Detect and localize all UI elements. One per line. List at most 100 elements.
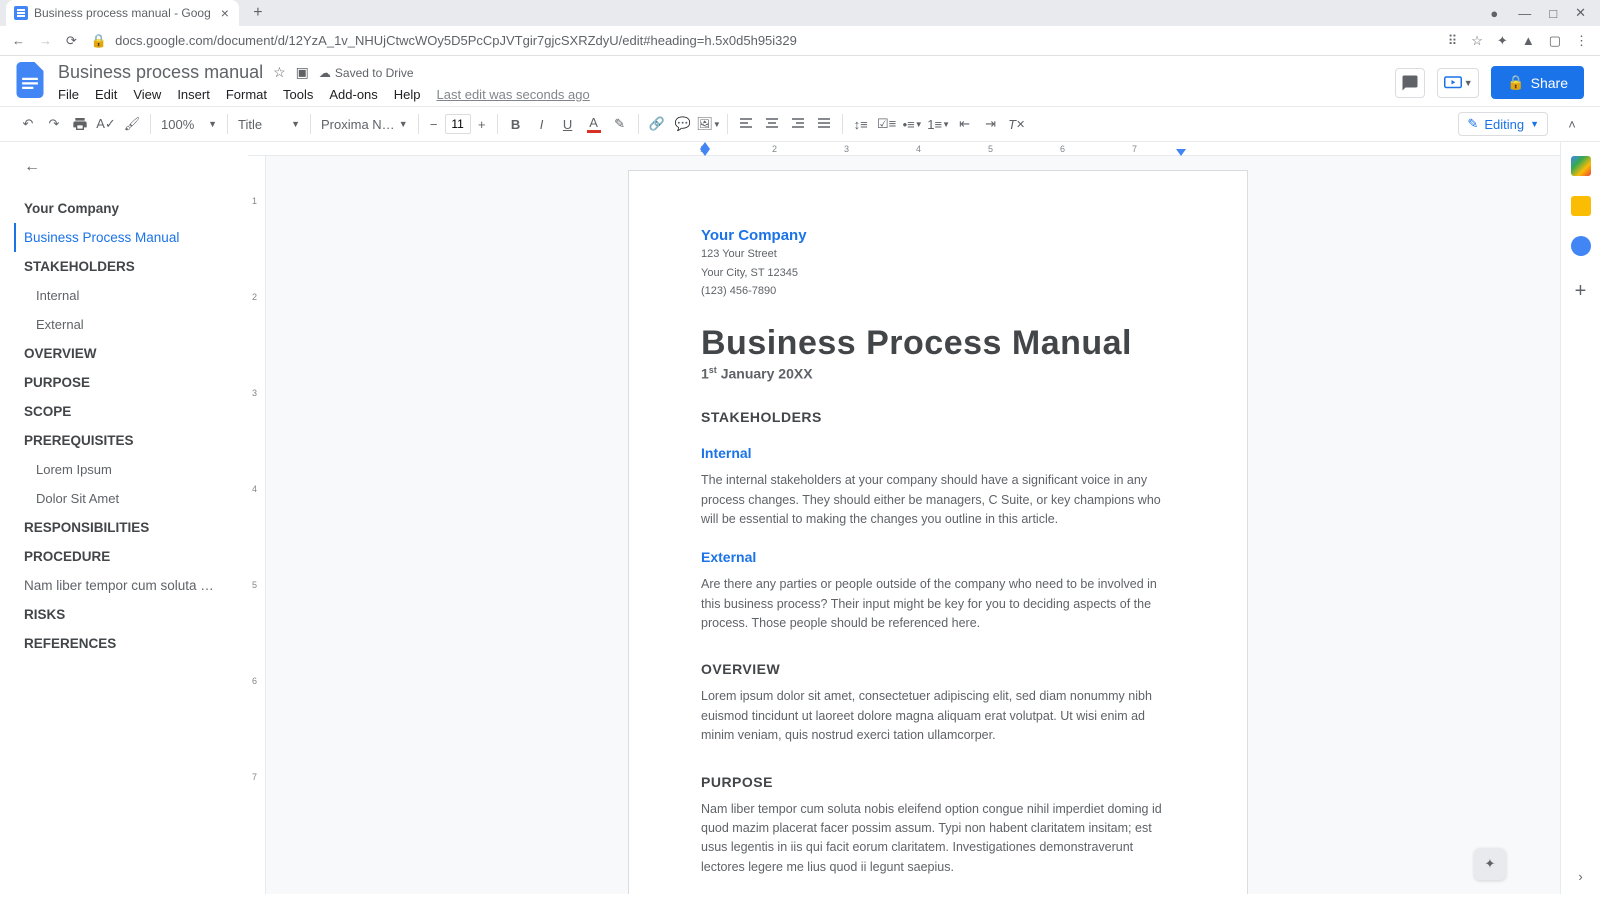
close-window-icon[interactable]: ✕ — [1575, 5, 1586, 21]
address-line[interactable]: Your City, ST 12345 — [701, 265, 1175, 282]
align-right-button[interactable] — [786, 112, 810, 136]
ruler-right-marker[interactable] — [1176, 149, 1186, 156]
body-paragraph[interactable]: The internal stakeholders at your compan… — [701, 471, 1175, 529]
insert-link-button[interactable]: 🔗 — [645, 112, 669, 136]
chrome-menu-icon[interactable]: ⋮ — [1575, 33, 1588, 49]
menu-insert[interactable]: Insert — [177, 87, 210, 102]
indent-decrease-button[interactable]: ⇤ — [953, 112, 977, 136]
outline-item[interactable]: PROCEDURE — [24, 542, 236, 571]
font-size-increase[interactable]: + — [473, 114, 491, 134]
body-paragraph[interactable]: Nam liber tempor cum soluta nobis eleife… — [701, 800, 1175, 878]
extensions-icon[interactable]: ✦ — [1497, 33, 1508, 49]
outline-item[interactable]: REFERENCES — [24, 629, 236, 658]
checklist-button[interactable]: ☑≡ — [875, 112, 899, 136]
paragraph-style-select[interactable]: Title▼ — [234, 112, 304, 136]
undo-button[interactable]: ↶ — [16, 112, 40, 136]
addons-plus-icon[interactable]: + — [1575, 280, 1587, 303]
insert-image-button[interactable]: 🖼▼ — [697, 112, 721, 136]
number-list-button[interactable]: 1≡▼ — [927, 112, 951, 136]
line-spacing-button[interactable]: ↕≡ — [849, 112, 873, 136]
bullet-list-button[interactable]: •≡▼ — [901, 112, 925, 136]
clear-format-button[interactable]: T✕ — [1005, 112, 1029, 136]
outline-item[interactable]: External — [24, 310, 236, 339]
section-heading[interactable]: OVERVIEW — [701, 661, 1175, 677]
side-panel-collapse-icon[interactable]: › — [1578, 869, 1582, 884]
outline-item[interactable]: OVERVIEW — [24, 339, 236, 368]
url-field[interactable]: 🔒 docs.google.com/document/d/12YzA_1v_NH… — [91, 33, 1434, 49]
document-main-title[interactable]: Business Process Manual — [701, 324, 1175, 363]
calendar-icon[interactable] — [1571, 156, 1591, 176]
outline-item[interactable]: SCOPE — [24, 397, 236, 426]
insert-comment-button[interactable]: 💬 — [671, 112, 695, 136]
highlight-button[interactable]: ✎ — [608, 112, 632, 136]
docs-logo-icon[interactable] — [12, 62, 48, 98]
move-folder-icon[interactable]: ▣ — [296, 64, 309, 81]
outline-item[interactable]: STAKEHOLDERS — [24, 252, 236, 281]
font-select[interactable]: Proxima N…▼ — [317, 112, 412, 136]
editing-mode-button[interactable]: ✎ Editing ▼ — [1458, 112, 1548, 136]
star-icon[interactable]: ☆ — [273, 64, 286, 81]
outline-item[interactable]: Internal — [24, 281, 236, 310]
bookmark-icon[interactable]: ☆ — [1471, 33, 1483, 49]
menu-edit[interactable]: Edit — [95, 87, 117, 102]
body-paragraph[interactable]: Lorem ipsum dolor sit amet, consectetuer… — [701, 687, 1175, 745]
align-center-button[interactable] — [760, 112, 784, 136]
section-heading[interactable]: STAKEHOLDERS — [701, 409, 1175, 425]
outline-item[interactable]: Nam liber tempor cum soluta … — [24, 571, 236, 600]
back-icon[interactable]: ← — [12, 33, 25, 48]
translate-icon[interactable]: ⠿ — [1448, 33, 1458, 49]
horizontal-ruler[interactable]: 1234567 — [248, 142, 1560, 156]
italic-button[interactable]: I — [530, 112, 554, 136]
text-color-button[interactable]: A — [582, 112, 606, 136]
zoom-select[interactable]: 100%▼ — [157, 112, 221, 136]
outline-item[interactable]: Dolor Sit Amet — [24, 484, 236, 513]
last-edit-link[interactable]: Last edit was seconds ago — [437, 87, 590, 102]
document-canvas[interactable]: 1234567 1234567 Your Company 123 Your St… — [248, 142, 1560, 894]
keep-icon[interactable] — [1571, 196, 1591, 216]
extension-icon[interactable]: ▲ — [1522, 33, 1535, 48]
align-left-button[interactable] — [734, 112, 758, 136]
underline-button[interactable]: U — [556, 112, 580, 136]
section-heading[interactable]: PURPOSE — [701, 774, 1175, 790]
account-icon[interactable]: ● — [1490, 6, 1498, 21]
spellcheck-button[interactable]: A✓ — [94, 112, 118, 136]
document-page[interactable]: Your Company 123 Your Street Your City, … — [628, 170, 1248, 894]
menu-addons[interactable]: Add-ons — [329, 87, 377, 102]
address-phone[interactable]: (123) 456-7890 — [701, 283, 1175, 300]
tasks-icon[interactable] — [1571, 236, 1591, 256]
document-date[interactable]: 1st January 20XX — [701, 365, 1175, 382]
explore-button[interactable]: ✦ — [1474, 848, 1506, 880]
document-title[interactable]: Business process manual — [58, 62, 263, 83]
paint-format-button[interactable]: 🖌 — [120, 112, 144, 136]
collapse-toolbar-button[interactable]: ˄ — [1560, 112, 1584, 136]
company-name[interactable]: Your Company — [701, 227, 1175, 244]
indent-increase-button[interactable]: ⇥ — [979, 112, 1003, 136]
outline-item[interactable]: RISKS — [24, 600, 236, 629]
menu-view[interactable]: View — [133, 87, 161, 102]
menu-tools[interactable]: Tools — [283, 87, 313, 102]
menu-format[interactable]: Format — [226, 87, 267, 102]
subsection-heading[interactable]: Internal — [701, 445, 1175, 461]
outline-item[interactable]: Business Process Manual — [14, 223, 236, 252]
ruler-indent-marker[interactable] — [700, 142, 710, 149]
comment-history-button[interactable] — [1395, 68, 1425, 98]
outline-item[interactable]: RESPONSIBILITIES — [24, 513, 236, 542]
vertical-ruler[interactable]: 1234567 — [248, 156, 266, 894]
outline-close-icon[interactable]: ← — [24, 158, 236, 176]
profile-icon[interactable]: ▢ — [1549, 33, 1561, 49]
close-tab-icon[interactable]: × — [221, 5, 229, 21]
font-size-input[interactable] — [445, 114, 471, 134]
menu-file[interactable]: File — [58, 87, 79, 102]
ruler-indent-marker[interactable] — [700, 149, 710, 156]
maximize-icon[interactable]: □ — [1549, 6, 1557, 21]
outline-item[interactable]: Your Company — [24, 194, 236, 223]
font-size-decrease[interactable]: − — [425, 114, 443, 134]
bold-button[interactable]: B — [504, 112, 528, 136]
subsection-heading[interactable]: External — [701, 549, 1175, 565]
outline-item[interactable]: Lorem Ipsum — [24, 455, 236, 484]
body-paragraph[interactable]: Are there any parties or people outside … — [701, 575, 1175, 633]
outline-item[interactable]: PURPOSE — [24, 368, 236, 397]
new-tab-button[interactable]: + — [247, 2, 269, 24]
print-button[interactable] — [68, 112, 92, 136]
reload-icon[interactable]: ⟳ — [66, 33, 77, 49]
